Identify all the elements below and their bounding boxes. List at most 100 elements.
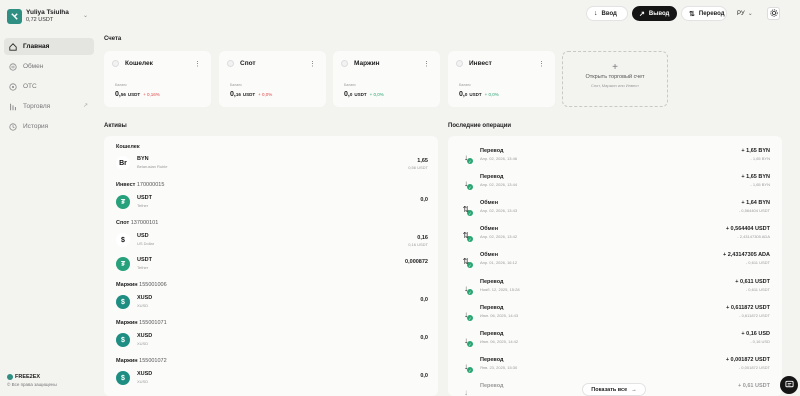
operation-row[interactable]: ↓ ✓ Перевод Янв. 23, 2025, 15:30 + 0,0018… <box>456 354 772 378</box>
withdraw-button[interactable]: ↗ Вывод <box>632 6 677 21</box>
accounts-title: Счета <box>104 36 122 42</box>
asset-row[interactable]: $ USD US Dollar 0,16 0,16 USDT <box>116 230 430 250</box>
account-card-margin[interactable]: Маржин ⋮ Баланс 0,0 USDT + 0,0% <box>333 51 440 107</box>
operation-type: Перевод <box>480 174 504 180</box>
more-icon[interactable]: ⋮ <box>194 60 201 68</box>
byn-icon: Br <box>116 156 130 170</box>
transfer-button[interactable]: ⇅ Перевод <box>681 6 727 21</box>
operation-amount: + 1,64 BYN <box>741 200 770 206</box>
sidebar-item-exchange[interactable]: Обмен <box>4 58 94 75</box>
balance-change: + 0,16% <box>143 92 160 97</box>
check-icon: ✓ <box>467 367 473 373</box>
account-logo <box>7 8 22 24</box>
withdraw-label: Вывод <box>648 10 670 17</box>
home-icon <box>9 42 17 51</box>
show-all-button[interactable]: Показать все → <box>582 383 646 396</box>
tether-icon: ₮ <box>116 195 130 209</box>
operation-date: Апр. 02, 2026, 13:46 <box>480 156 518 161</box>
settings-button[interactable] <box>767 7 780 20</box>
operation-amount: + 0,001872 USDT <box>725 357 770 363</box>
more-icon[interactable]: ⋮ <box>538 60 545 68</box>
asset-row[interactable]: $ XUSD XUSD 0,0 <box>116 368 430 388</box>
sidebar-item-history[interactable]: История <box>4 118 94 135</box>
sidebar-item-label: OTC <box>23 83 37 90</box>
asset-row[interactable]: $ XUSD XUSD 0,0 <box>116 292 430 312</box>
account-balance: 0,16 USDT + 0,0% <box>230 91 273 98</box>
assets-title: Активы <box>104 123 127 129</box>
asset-symbol: USDT <box>137 195 152 201</box>
operation-row[interactable]: ⇅ ✓ Обмен Апр. 02, 2026, 13:42 + 0,564404… <box>456 223 772 247</box>
operation-row[interactable]: ↓ ✓ Перевод Апр. 02, 2026, 13:44 + 1,65 B… <box>456 171 772 195</box>
account-switcher[interactable]: Yuliya Tsiulha 0,72 USDT ⌄ <box>7 7 91 25</box>
operation-row[interactable]: ↓ ✓ Перевод Июн. 06, 2025, 14:42 + 0,16 U… <box>456 328 772 352</box>
check-icon: ✓ <box>467 262 473 268</box>
more-icon[interactable]: ⋮ <box>309 60 316 68</box>
chat-button[interactable] <box>780 376 798 394</box>
check-icon: ✓ <box>467 184 473 190</box>
operation-type: Перевод <box>480 279 504 285</box>
gear-icon <box>769 8 778 19</box>
brand-logo-icon <box>7 374 13 380</box>
operation-date: Нояб. 12, 2025, 15:28 <box>480 287 520 292</box>
open-trading-account-button[interactable]: + Открыть торговый счет Спот, Маржин или… <box>562 51 668 107</box>
operation-type: Перевод <box>480 357 504 363</box>
account-card-invest[interactable]: Инвест ⋮ Баланс 0,0 USDT + 0,0% <box>448 51 555 107</box>
asset-row[interactable]: $ XUSD XUSD 0,0 <box>116 330 430 350</box>
asset-group-header: Маржин 155001006 <box>116 282 167 288</box>
sidebar-item-label: История <box>23 123 49 130</box>
sidebar: Yuliya Tsiulha 0,72 USDT ⌄ Главная Обмен… <box>0 0 98 396</box>
account-balance: 0,72 USDT <box>26 17 54 23</box>
open-account-title: Открыть торговый счет <box>585 74 645 80</box>
open-account-subtitle: Спот, Маржин или Инвест <box>591 83 639 88</box>
balance-change: + 0,0% <box>369 92 384 97</box>
account-name: Yuliya Tsiulha <box>26 9 69 16</box>
operation-sub-amount: - 0,564404 USDT <box>738 208 770 213</box>
operation-row[interactable]: ↓ ✓ Перевод Июн. 06, 2025, 14:43 + 0,6118… <box>456 302 772 326</box>
operation-amount: + 0,611 USDT <box>735 279 770 285</box>
account-card-spot[interactable]: Спот ⋮ Баланс 0,16 USDT + 0,0% <box>219 51 326 107</box>
sidebar-item-otc[interactable]: OTC <box>4 78 94 95</box>
xusd-icon: $ <box>116 333 130 347</box>
asset-row[interactable]: ₮ USDT Tether 0,0 <box>116 192 430 212</box>
sidebar-item-home[interactable]: Главная <box>4 38 94 55</box>
asset-value: 0,0 <box>420 297 428 303</box>
language-select[interactable]: РУ ⌄ <box>734 6 756 21</box>
operation-amount: + 1,65 BYN <box>741 148 770 154</box>
operation-sub-amount: - 2,43147305 ADA <box>737 234 770 239</box>
operation-row[interactable]: ⇅ ✓ Обмен Апр. 02, 2026, 13:43 + 1,64 BYN… <box>456 197 772 221</box>
operation-date: Июн. 06, 2025, 14:42 <box>480 339 519 344</box>
sidebar-item-trading[interactable]: Торговля ↗ <box>4 98 94 115</box>
asset-value: 0,0 <box>420 373 428 379</box>
operation-sub-amount: - 0,16 USD <box>750 339 770 344</box>
transfer-in-icon: ↓ <box>464 387 468 396</box>
tether-icon: ₮ <box>116 257 130 271</box>
asset-group-header: Кошелек <box>116 144 140 150</box>
balance-change: + 0,0% <box>258 92 273 97</box>
arrow-right-icon: → <box>631 386 637 393</box>
operation-amount: + 1,65 BYN <box>741 174 770 180</box>
chevron-down-icon: ⌄ <box>747 11 753 17</box>
brand-name: FREE2EX <box>15 374 41 380</box>
plus-icon: + <box>612 62 618 73</box>
chat-icon <box>784 380 794 391</box>
trading-icon <box>9 103 17 111</box>
asset-name: XUSD <box>137 303 149 308</box>
asset-row[interactable]: ₮ USDT Tether 0,000872 <box>116 254 430 274</box>
account-balance: 0,0 USDT + 0,0% <box>459 91 499 98</box>
operation-amount: + 0,564404 USDT <box>725 226 770 232</box>
operation-row[interactable]: ↓ ✓ Перевод Апр. 02, 2026, 13:46 + 1,65 B… <box>456 145 772 169</box>
more-icon[interactable]: ⋮ <box>423 60 430 68</box>
check-icon: ✓ <box>467 210 473 216</box>
account-card-wallet[interactable]: Кошелек ⋮ Баланс 0,56 USDT + 0,16% <box>104 51 211 107</box>
deposit-label: Ввод <box>601 10 617 17</box>
asset-group-header: Маржин 155001071 <box>116 320 167 326</box>
operation-sub-amount: - 0,611 USDT <box>745 287 770 292</box>
operation-sub-amount: - 1,65 BYN <box>750 156 770 161</box>
deposit-button[interactable]: ↓ Ввод <box>586 6 628 21</box>
asset-row[interactable]: Br BYN Belarusian Ruble 1,65 0,56 USDT <box>116 153 430 173</box>
xusd-icon: $ <box>116 371 130 385</box>
operation-row[interactable]: ⇅ ✓ Обмен Апр. 01, 2026, 16:12 + 2,431473… <box>456 249 772 273</box>
operation-sub-amount: - 0,611872 USDT <box>739 313 770 318</box>
balance-label: Баланс <box>459 83 471 87</box>
operation-row[interactable]: ↓ ✓ Перевод Нояб. 12, 2025, 15:28 + 0,611… <box>456 276 772 300</box>
